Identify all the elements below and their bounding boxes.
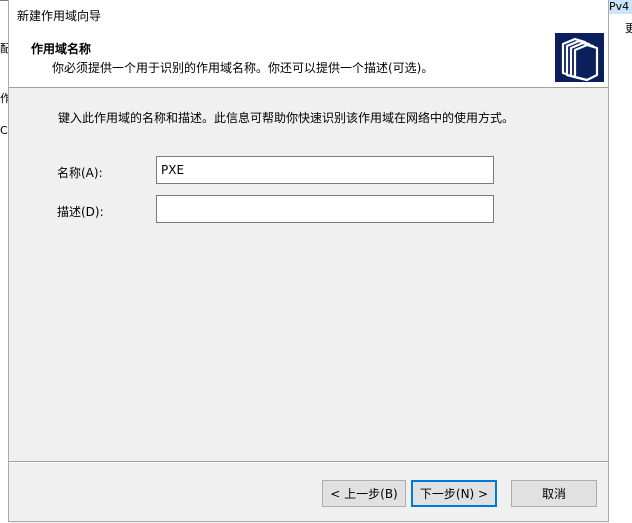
wizard-page-subtitle: 你必须提供一个用于识别的作用域名称。你还可以提供一个描述(可选)。 — [52, 61, 434, 75]
wizard-header: 作用域名称 你必须提供一个用于识别的作用域名称。你还可以提供一个描述(可选)。 — [9, 28, 608, 88]
back-button[interactable]: < 上一步(B) — [322, 480, 406, 507]
next-button[interactable]: 下一步(N) > — [411, 480, 497, 507]
scope-description-input[interactable] — [156, 195, 494, 223]
scope-name-input[interactable] — [156, 156, 494, 184]
background-text-fragment: C — [0, 124, 8, 137]
new-scope-wizard-dialog: 新建作用域向导 作用域名称 你必须提供一个用于识别的作用域名称。你还可以提供一个… — [8, 0, 609, 522]
folder-stack-icon — [555, 33, 604, 82]
background-tab-ipv4[interactable]: Pv4 — [608, 0, 632, 14]
background-window-right — [609, 0, 632, 523]
background-window-left — [0, 0, 8, 523]
footer-separator — [9, 461, 608, 463]
background-window-line — [0, 0, 8, 1]
scope-name-label: 名称(A): — [57, 166, 103, 180]
background-text-fragment: 更 — [625, 22, 632, 35]
wizard-page-title: 作用域名称 — [31, 42, 92, 56]
scope-description-label: 描述(D): — [57, 205, 104, 219]
dialog-title: 新建作用域向导 — [17, 9, 102, 23]
cancel-button[interactable]: 取消 — [511, 480, 597, 507]
wizard-instruction: 键入此作用域的名称和描述。此信息可帮助你快速识别该作用域在网络中的使用方式。 — [58, 111, 515, 125]
dialog-titlebar[interactable]: 新建作用域向导 — [9, 0, 608, 28]
